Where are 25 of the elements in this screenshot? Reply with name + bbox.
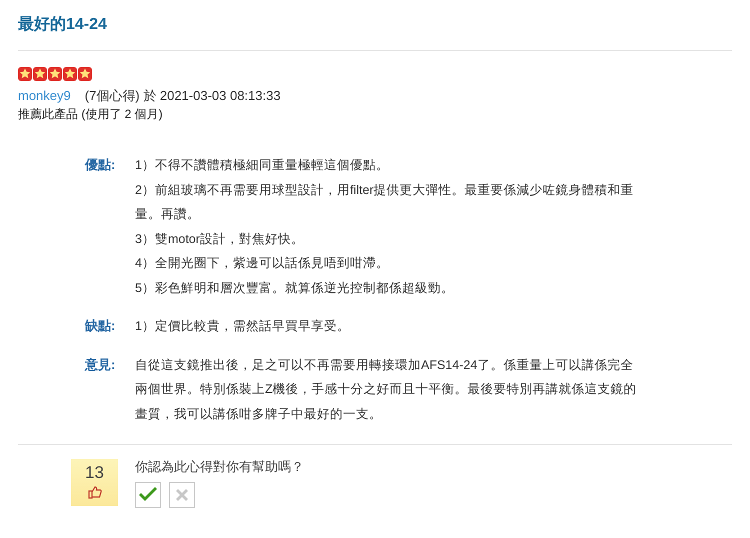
star-icon bbox=[48, 67, 62, 81]
review-paragraph: 1）定價比較貴，需然話早買早享受。 bbox=[135, 318, 351, 335]
section-label: 優點: bbox=[85, 156, 116, 174]
star-icon bbox=[18, 67, 32, 81]
review-paragraph: 3）雙motor設計，對焦好快。 bbox=[135, 230, 305, 248]
review-paragraph: 1）不得不讚體積極細同重量極輕這個優點。 bbox=[135, 157, 390, 174]
recommendation-text: 推薦此產品 (使用了 2 個月) bbox=[18, 106, 163, 123]
helpful-count: 13 bbox=[85, 463, 104, 483]
star-icon bbox=[78, 67, 92, 81]
star-icon bbox=[63, 67, 77, 81]
review-paragraph: 5）彩色鮮明和層次豐富。就算係逆光控制都係超級勁。 bbox=[135, 280, 455, 296]
section-label: 意見: bbox=[85, 356, 116, 374]
review-title: 最好的14-24 bbox=[18, 14, 107, 35]
thumbs-up-icon bbox=[86, 485, 102, 499]
yes-button[interactable] bbox=[135, 482, 161, 508]
review-paragraph: 2）前組玻璃不再需要用球型設計，用filter提供更大彈性。最重要係減少咗鏡身體積和重量。再讚。 bbox=[135, 182, 635, 223]
section-label: 缺點: bbox=[85, 317, 116, 335]
check-icon bbox=[138, 487, 158, 503]
review-paragraph: 自從這支鏡推出後，足之可以不再需要用轉接環加AFS14-24了。係重量上可以講係完全兩個世界。特別係裝上Z機後，手感十分之好而且十平衡。最後要特別再講就係這支鏡的畫質，我可以講係咁多牌子中最好的一支。 bbox=[135, 356, 638, 422]
cross-icon bbox=[174, 487, 190, 503]
author-link[interactable]: monkey9 bbox=[18, 87, 71, 105]
review-paragraph: 4）全開光圈下，紫邊可以話係見唔到咁滯。 bbox=[135, 255, 390, 272]
helpful-question: 你認為此心得對你有幫助嗎？ bbox=[135, 458, 304, 476]
star-icon bbox=[33, 67, 47, 81]
review-meta: (7個心得) 於 2021-03-03 08:13:33 bbox=[84, 87, 281, 105]
